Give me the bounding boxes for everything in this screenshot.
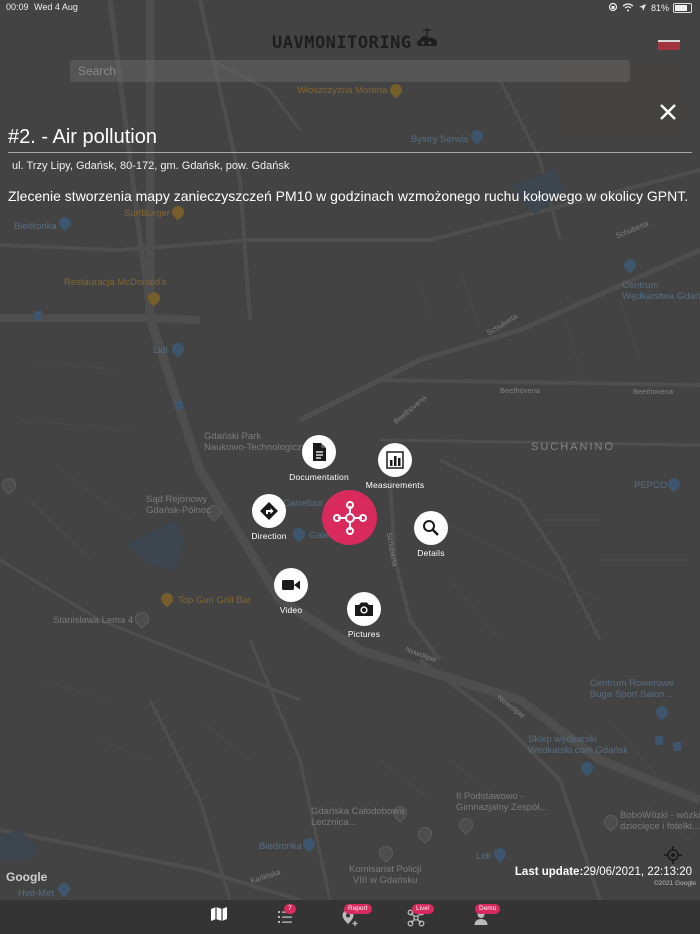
tab-report[interactable]: Report <box>330 904 372 932</box>
video-camera-icon <box>282 580 300 590</box>
app-logo: UAVMONITORING <box>272 28 439 57</box>
orientation-lock-icon <box>608 2 618 14</box>
close-button[interactable] <box>656 100 680 124</box>
task-description: Zlecenie stworzenia mapy zanieczyszczeń … <box>8 188 689 204</box>
tab-map[interactable] <box>199 906 239 932</box>
report-badge: Report <box>344 904 372 914</box>
last-update-value: 29/06/2021, 22:13:20 <box>583 866 692 878</box>
demo-badge: Demo <box>475 904 501 914</box>
camera-icon <box>355 602 373 616</box>
logo-text: UAVMONITORING <box>272 32 412 53</box>
tab-live[interactable]: Live! <box>396 904 436 932</box>
search-input[interactable] <box>70 60 626 82</box>
map-copyright: ©2021 Google <box>654 880 697 887</box>
battery-icon <box>673 3 692 13</box>
status-date: Wed 4 Aug <box>34 2 78 12</box>
map-icon <box>211 907 227 921</box>
tab-bar: 7 Report Live! Demo <box>0 900 700 934</box>
document-icon <box>313 443 326 461</box>
task-address: ul. Trzy Lipy, Gdańsk, 80-172, gm. Gdańs… <box>12 160 290 172</box>
direction-label: Direction <box>251 531 287 541</box>
drone-menu-button[interactable] <box>322 490 377 545</box>
crosshair-icon <box>664 846 682 864</box>
live-badge: Live! <box>412 904 434 914</box>
direction-icon <box>260 502 278 520</box>
search-icon <box>423 520 439 536</box>
details-button[interactable]: Details <box>386 511 476 558</box>
tab-account[interactable]: Demo <box>461 904 501 932</box>
close-icon <box>660 104 676 120</box>
tasks-count-badge: 7 <box>284 904 296 914</box>
location-icon <box>638 3 647 14</box>
search-bar[interactable] <box>70 60 630 82</box>
language-flag-icon[interactable] <box>658 40 680 50</box>
pictures-label: Pictures <box>347 629 381 639</box>
wifi-icon <box>622 2 634 14</box>
measurements-button[interactable]: Measurements <box>350 443 440 490</box>
documentation-label: Documentation <box>289 472 349 482</box>
last-update-label: Last update: <box>514 866 584 878</box>
direction-button[interactable]: Direction <box>224 494 314 541</box>
details-label: Details <box>417 548 445 558</box>
battery-percentage: 81% <box>650 3 669 13</box>
drone-cloud-logo-icon <box>415 28 439 57</box>
drone-icon <box>332 500 367 535</box>
measurements-label: Measurements <box>365 480 425 490</box>
bar-chart-icon <box>386 451 404 469</box>
tab-tasks[interactable]: 7 <box>265 904 305 932</box>
status-bar: 00:09 Wed 4 Aug 81% <box>0 0 700 14</box>
title-divider <box>8 152 692 153</box>
status-time: 00:09 <box>6 2 29 12</box>
google-logo: Google <box>6 870 48 884</box>
pictures-button[interactable]: Pictures <box>319 592 409 639</box>
last-update: Last update:29/06/2021, 22:13:20 <box>515 866 692 878</box>
task-title: #2. - Air pollution <box>8 126 157 148</box>
video-label: Video <box>279 605 303 615</box>
